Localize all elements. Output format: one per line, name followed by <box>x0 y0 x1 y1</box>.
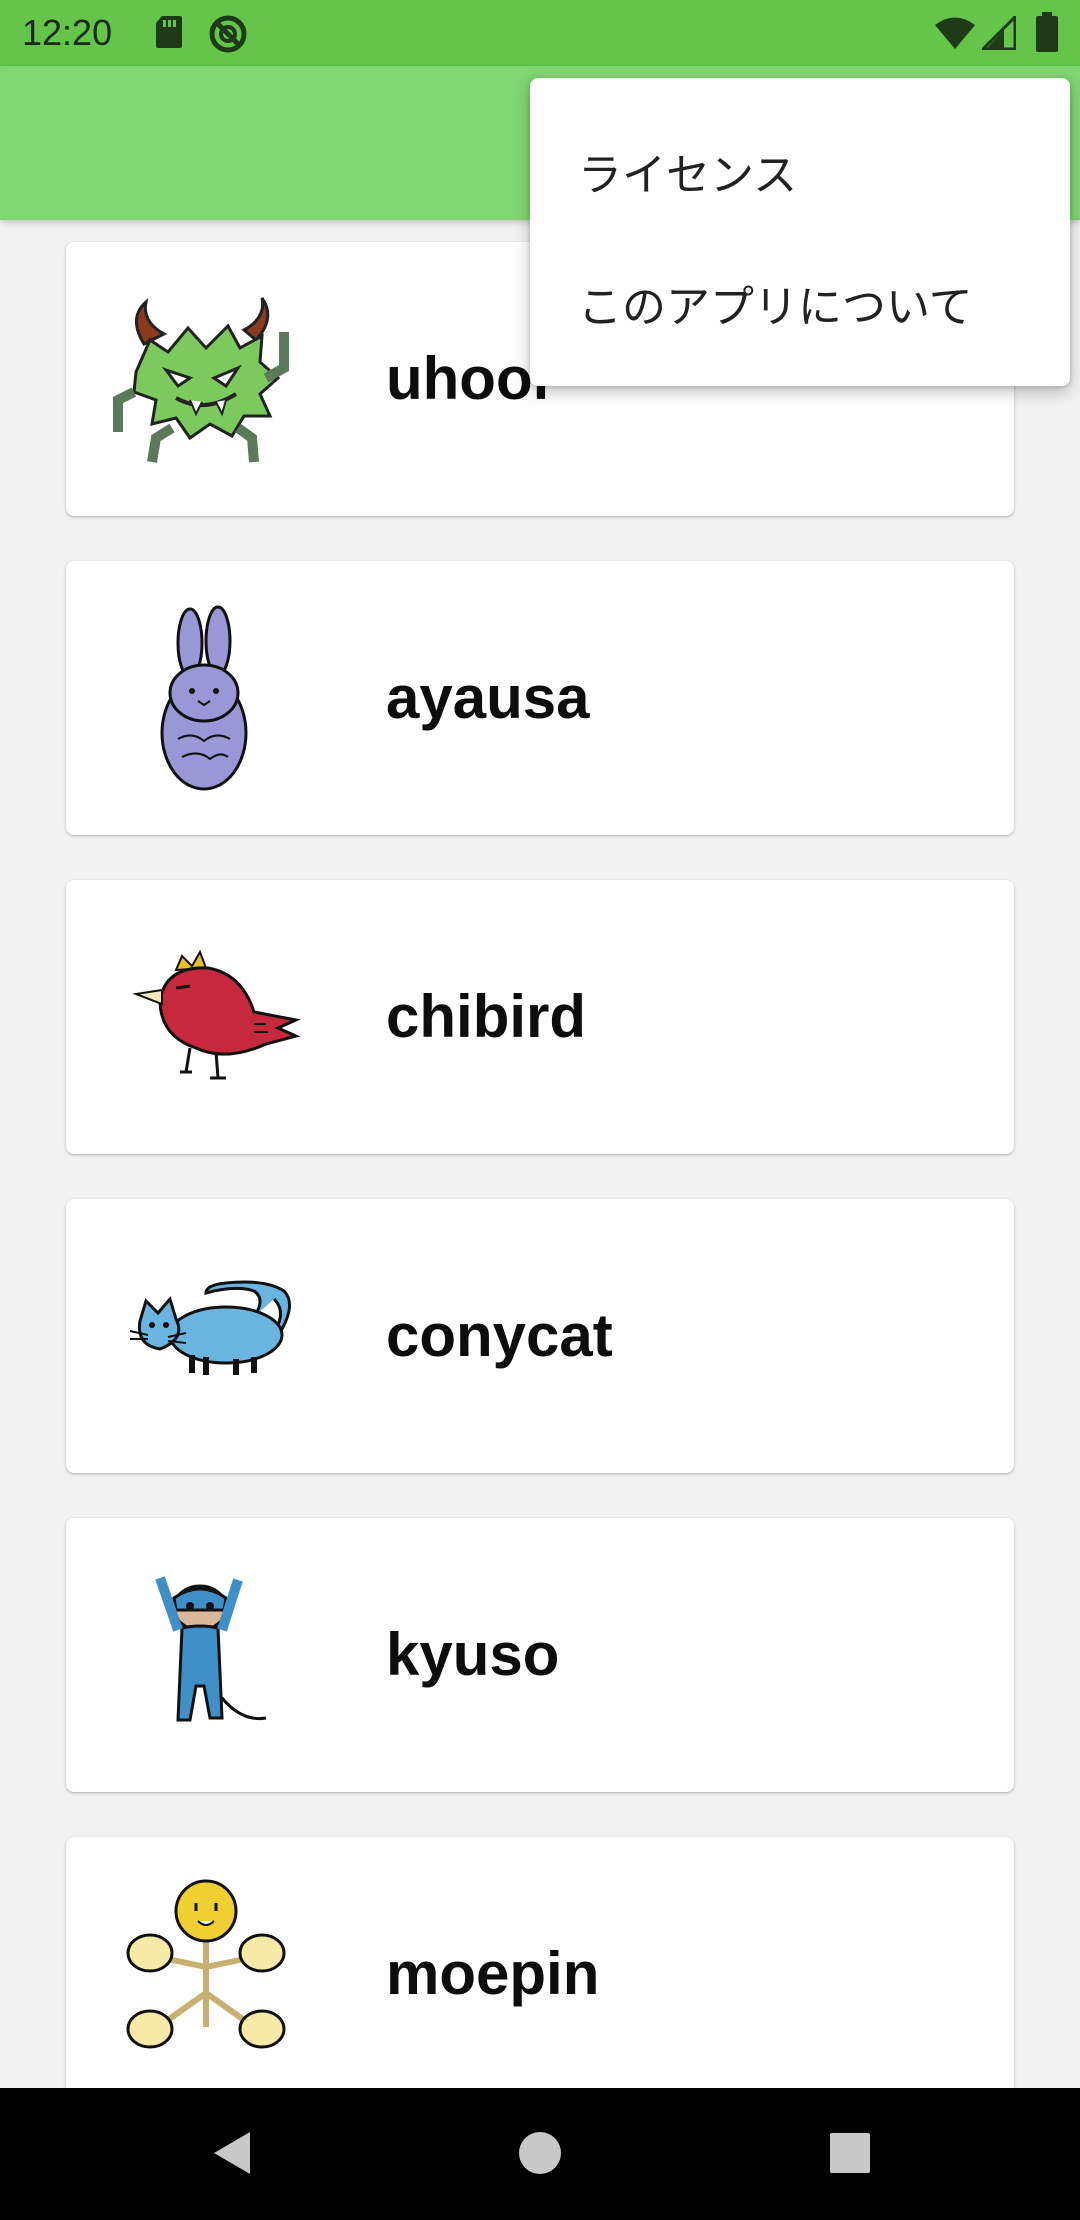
character-card-kyuso[interactable]: kyuso <box>66 1518 1014 1792</box>
blue-cat-icon <box>106 1239 306 1429</box>
yellow-flower-icon <box>106 1877 306 2067</box>
character-name: conycat <box>386 1302 613 1369</box>
overflow-menu: ライセンス このアプリについて <box>530 78 1070 386</box>
red-bird-icon <box>106 920 306 1110</box>
character-card-conycat[interactable]: conycat <box>66 1199 1014 1473</box>
signal-icon <box>979 13 1017 55</box>
green-monster-icon <box>106 282 306 472</box>
character-name: chibird <box>386 983 587 1050</box>
character-name: ayausa <box>386 664 590 731</box>
navigation-bar <box>0 2088 1080 2220</box>
no-disturb-icon <box>208 14 248 59</box>
battery-icon <box>1036 12 1058 57</box>
recents-icon[interactable] <box>815 2118 885 2193</box>
status-bar: 12:20 <box>0 0 1080 66</box>
character-card-chibird[interactable]: chibird <box>66 880 1014 1154</box>
blue-rat-icon <box>106 1558 306 1748</box>
purple-rabbit-icon <box>106 601 306 791</box>
home-icon[interactable] <box>505 2118 575 2193</box>
sd-card-icon <box>154 14 184 55</box>
character-list: uhooi ayausa chibird conycat kyuso moepi… <box>0 220 1080 2088</box>
status-time: 12:20 <box>22 12 113 53</box>
character-name: moepin <box>386 1940 600 2007</box>
character-name: uhooi <box>386 345 550 412</box>
wifi-icon <box>934 16 976 55</box>
back-icon[interactable] <box>196 2118 266 2193</box>
character-name: kyuso <box>386 1621 560 1688</box>
character-card-moepin[interactable]: moepin <box>66 1837 1014 2088</box>
character-card-ayausa[interactable]: ayausa <box>66 561 1014 835</box>
menu-item-license[interactable]: ライセンス <box>530 110 1070 242</box>
menu-item-about[interactable]: このアプリについて <box>530 242 1070 374</box>
